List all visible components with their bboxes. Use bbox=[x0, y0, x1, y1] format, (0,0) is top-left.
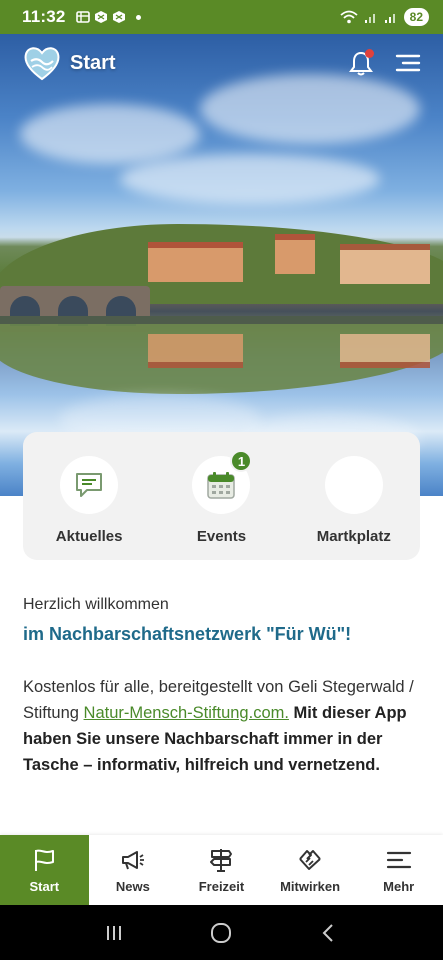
chat-icon bbox=[76, 473, 103, 497]
megaphone-icon bbox=[121, 850, 144, 869]
recent-apps-icon[interactable] bbox=[102, 921, 126, 945]
page-title: Start bbox=[70, 51, 116, 74]
quick-link-aktuelles[interactable]: Aktuelles bbox=[34, 456, 144, 560]
signal-icon bbox=[384, 14, 395, 23]
nav-label: Start bbox=[29, 878, 60, 894]
nav-item-mehr[interactable]: Mehr bbox=[354, 835, 443, 905]
notifications-button[interactable] bbox=[347, 49, 375, 77]
welcome-greeting: Herzlich willkommen bbox=[23, 596, 169, 613]
tile-icon-circle: 1 bbox=[192, 450, 253, 514]
status-system-icons: 82 bbox=[340, 8, 429, 26]
system-navigation-bar bbox=[0, 905, 443, 960]
signal-icon bbox=[364, 14, 375, 23]
more-notifications-dot bbox=[135, 14, 141, 20]
events-count-badge: 1 bbox=[230, 450, 253, 472]
quick-link-events[interactable]: 1 Events bbox=[166, 450, 276, 560]
home-icon[interactable] bbox=[209, 921, 233, 945]
app-header: Start bbox=[0, 34, 443, 92]
heart-logo-icon bbox=[24, 47, 60, 81]
flag-icon bbox=[35, 849, 55, 871]
nav-label: News bbox=[115, 878, 150, 894]
menu-icon bbox=[386, 851, 411, 868]
quick-link-marktplatz[interactable]: Martkplatz bbox=[299, 456, 409, 560]
nav-item-freizeit[interactable]: Freizeit bbox=[177, 835, 266, 905]
tile-label: Martkplatz bbox=[316, 528, 391, 545]
quick-links-card: Aktuelles 1 Events Martkplatz bbox=[23, 432, 420, 560]
welcome-network-name: im Nachbarschaftsnetzwerk "Für Wü"! bbox=[23, 624, 352, 644]
status-notification-icons bbox=[75, 10, 141, 24]
status-bar: 11:32 82 bbox=[0, 0, 443, 34]
tile-icon-circle bbox=[324, 456, 383, 514]
nav-label: Mehr bbox=[383, 878, 415, 894]
box-app-icon bbox=[112, 11, 125, 23]
hamburger-menu-icon[interactable] bbox=[395, 53, 421, 73]
back-icon[interactable] bbox=[317, 921, 341, 945]
battery-indicator: 82 bbox=[403, 8, 429, 26]
box-app-icon bbox=[94, 11, 107, 23]
grid-app-icon bbox=[75, 11, 90, 23]
signpost-icon bbox=[210, 848, 233, 872]
welcome-section: Herzlich willkommen im Nachbarschaftsnet… bbox=[23, 596, 423, 645]
wifi-icon bbox=[340, 10, 358, 24]
notification-dot bbox=[365, 49, 374, 58]
tile-icon-circle bbox=[60, 456, 119, 514]
intro-paragraph: Kostenlos für alle, bereitgestellt von G… bbox=[23, 674, 423, 778]
status-time: 11:32 bbox=[22, 7, 66, 26]
nav-label: Mitwirken bbox=[280, 878, 341, 894]
nav-item-start[interactable]: Start bbox=[0, 835, 89, 905]
handshake-icon bbox=[299, 849, 321, 870]
nav-item-news[interactable]: News bbox=[89, 835, 178, 905]
foundation-link[interactable]: Natur-Mensch-Stiftung.com. bbox=[84, 704, 289, 722]
tile-label: Aktuelles bbox=[55, 528, 123, 545]
tile-label: Events bbox=[196, 528, 247, 545]
nav-item-mitwirken[interactable]: Mitwirken bbox=[266, 835, 355, 905]
calendar-icon bbox=[207, 472, 236, 499]
bottom-navigation: Start News Freizeit Mitwirken Mehr bbox=[0, 835, 443, 905]
nav-label: Freizeit bbox=[198, 878, 245, 894]
hero-image bbox=[0, 34, 443, 496]
